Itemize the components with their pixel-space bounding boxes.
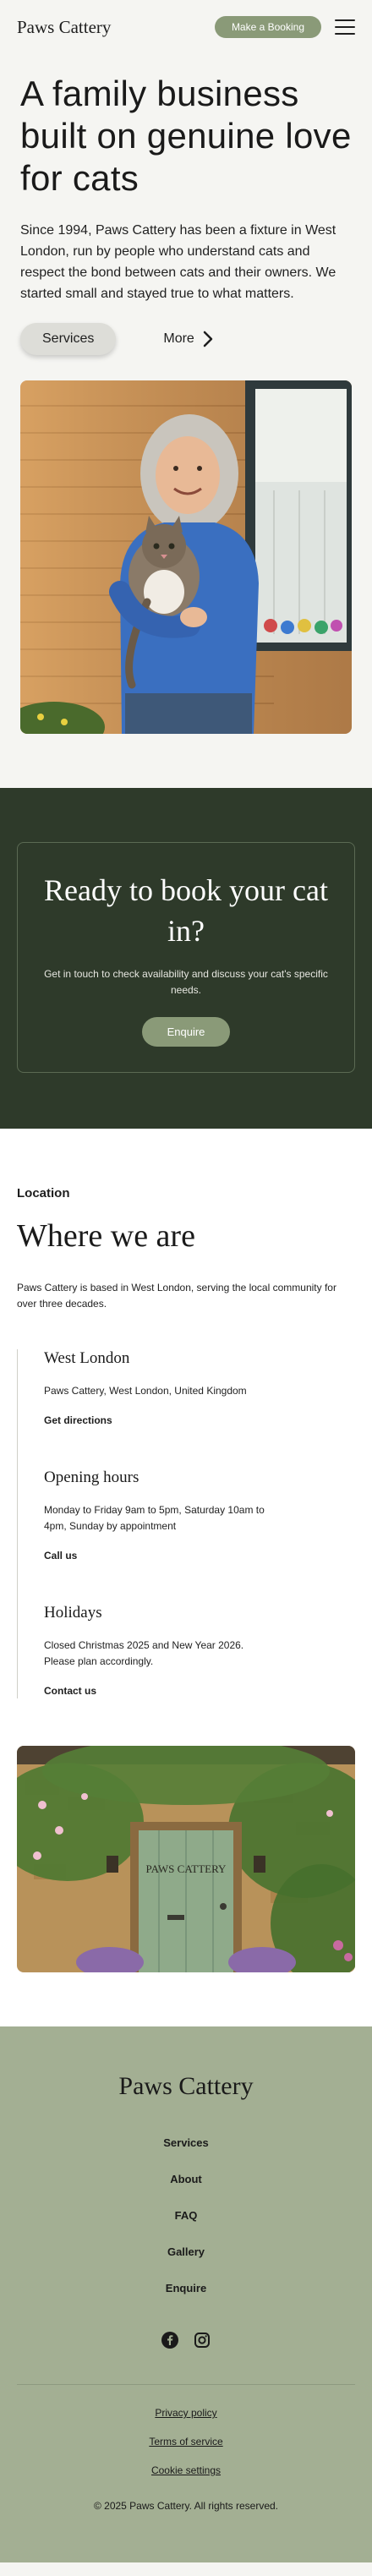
site-footer: Paws Cattery Services About FAQ Gallery … bbox=[0, 2026, 372, 2562]
location-section: Location Where we are Paws Cattery is ba… bbox=[0, 1129, 372, 2026]
services-button[interactable]: Services bbox=[20, 323, 117, 355]
make-booking-button[interactable]: Make a Booking bbox=[214, 16, 321, 38]
hamburger-menu-icon[interactable] bbox=[335, 19, 355, 35]
legal-links: Privacy policy Terms of service Cookie s… bbox=[17, 2407, 355, 2476]
footer-logo[interactable]: Paws Cattery bbox=[17, 2072, 355, 2101]
site-header: Paws Cattery Make a Booking bbox=[0, 0, 372, 54]
info-text: Monday to Friday 9am to 5pm, Saturday 10… bbox=[44, 1504, 265, 1532]
location-title: Where we are bbox=[17, 1218, 195, 1254]
hero-photo-woman-holding-cat bbox=[20, 380, 352, 734]
privacy-policy-link[interactable]: Privacy policy bbox=[155, 2407, 216, 2419]
header-actions: Make a Booking bbox=[214, 16, 355, 38]
info-heading: Holidays bbox=[44, 1604, 102, 1622]
copyright-text: © 2025 Paws Cattery. All rights reserved… bbox=[93, 2500, 279, 2512]
location-intro: Paws Cattery is based in West London, se… bbox=[17, 1282, 336, 1310]
info-item-opening-hours: Opening hours Monday to Friday 9am to 5p… bbox=[44, 1468, 355, 1563]
instagram-icon[interactable] bbox=[194, 2332, 211, 2349]
cta-description: Get in touch to check availability and d… bbox=[44, 968, 328, 996]
chevron-right-icon bbox=[203, 331, 213, 347]
hero-actions: Services More bbox=[20, 323, 352, 355]
cattery-door-photo: PAWS CATTERY bbox=[17, 1746, 355, 1972]
more-link-label: More bbox=[163, 331, 194, 346]
info-item-address: West London Paws Cattery, West London, U… bbox=[44, 1349, 355, 1428]
cookie-settings-link[interactable]: Cookie settings bbox=[151, 2464, 221, 2476]
hero-description: Since 1994, Paws Cattery has been a fixt… bbox=[20, 223, 336, 301]
footer-nav-gallery[interactable]: Gallery bbox=[167, 2245, 205, 2258]
location-info-list: West London Paws Cattery, West London, U… bbox=[17, 1349, 355, 1698]
hero-title: A family business built on genuine love … bbox=[20, 74, 352, 198]
enquire-button[interactable]: Enquire bbox=[141, 1017, 231, 1047]
location-tagline: Location bbox=[17, 1186, 70, 1200]
hero-section: A family business built on genuine love … bbox=[0, 54, 372, 788]
info-text: Paws Cattery, West London, United Kingdo… bbox=[44, 1385, 247, 1397]
more-link[interactable]: More bbox=[163, 331, 213, 347]
info-heading: West London bbox=[44, 1349, 130, 1367]
facebook-icon[interactable] bbox=[161, 2332, 178, 2349]
footer-nav-about[interactable]: About bbox=[170, 2173, 202, 2185]
footer-divider bbox=[17, 2384, 355, 2385]
site-logo[interactable]: Paws Cattery bbox=[17, 17, 111, 38]
footer-nav-enquire[interactable]: Enquire bbox=[166, 2282, 206, 2294]
booking-cta-section: Ready to book your cat in? Get in touch … bbox=[0, 788, 372, 1129]
contact-us-link[interactable]: Contact us bbox=[44, 1685, 96, 1697]
booking-cta-card: Ready to book your cat in? Get in touch … bbox=[17, 842, 355, 1073]
terms-of-service-link[interactable]: Terms of service bbox=[149, 2436, 222, 2447]
info-text: Closed Christmas 2025 and New Year 2026.… bbox=[44, 1639, 244, 1667]
social-links bbox=[17, 2332, 355, 2349]
footer-nav-faq[interactable]: FAQ bbox=[175, 2209, 198, 2222]
footer-nav-services[interactable]: Services bbox=[163, 2136, 209, 2149]
info-item-holidays: Holidays Closed Christmas 2025 and New Y… bbox=[44, 1604, 355, 1698]
door-sign-text: PAWS CATTERY bbox=[146, 1862, 227, 1875]
call-us-link[interactable]: Call us bbox=[44, 1550, 77, 1561]
cta-title: Ready to book your cat in? bbox=[44, 873, 328, 948]
info-heading: Opening hours bbox=[44, 1468, 140, 1486]
footer-nav: Services About FAQ Gallery Enquire bbox=[17, 2136, 355, 2294]
get-directions-link[interactable]: Get directions bbox=[44, 1414, 112, 1426]
